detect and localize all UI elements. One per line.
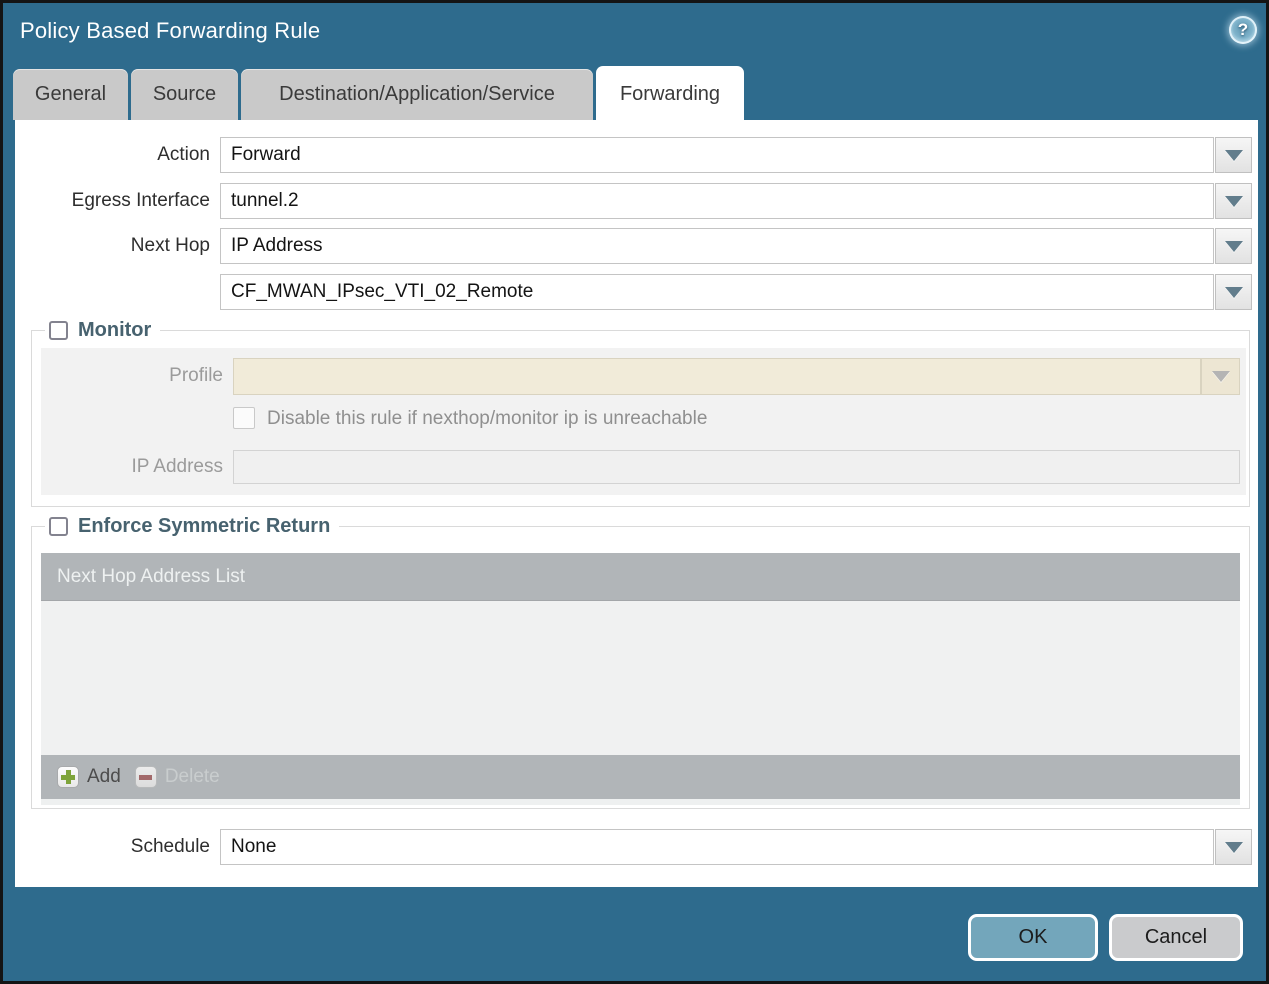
next-hop-address-list-body xyxy=(41,601,1240,755)
symmetric-return-legend: Enforce Symmetric Return xyxy=(45,515,340,538)
chevron-down-icon xyxy=(1224,240,1243,252)
tab-source[interactable]: Source xyxy=(131,69,238,120)
monitor-ip-address-label: IP Address xyxy=(131,456,223,477)
disable-rule-checkbox-label: Disable this rule if nexthop/monitor ip … xyxy=(267,408,708,429)
enforce-symmetric-return-checkbox[interactable] xyxy=(49,517,68,536)
ok-button[interactable]: OK xyxy=(968,914,1098,961)
schedule-label: Schedule xyxy=(130,836,210,857)
next-hop-address-list-header: Next Hop Address List xyxy=(41,553,1240,601)
disable-rule-checkbox xyxy=(233,407,255,429)
add-button-label: Add xyxy=(87,766,121,787)
symmetric-return-legend-label: Enforce Symmetric Return xyxy=(78,515,331,537)
monitor-checkbox[interactable] xyxy=(49,321,68,340)
next-hop-address-table: Next Hop Address List Add Delete xyxy=(41,553,1240,805)
egress-interface-input[interactable] xyxy=(220,183,1214,219)
tab-general[interactable]: General xyxy=(13,69,128,120)
table-bottom-strip xyxy=(41,799,1240,805)
tab-destination-application-service[interactable]: Destination/Application/Service xyxy=(241,69,593,120)
next-hop-type-input[interactable] xyxy=(220,228,1214,264)
chevron-down-icon xyxy=(1224,286,1243,298)
egress-interface-label: Egress Interface xyxy=(71,190,210,211)
schedule-dropdown-button[interactable] xyxy=(1215,829,1252,865)
profile-label: Profile xyxy=(169,365,223,386)
chevron-down-icon xyxy=(1211,371,1230,382)
chevron-down-icon xyxy=(1224,195,1243,207)
dialog-title: Policy Based Forwarding Rule xyxy=(20,18,321,43)
profile-input xyxy=(233,358,1201,395)
monitor-legend-label: Monitor xyxy=(78,319,152,341)
help-icon[interactable]: ? xyxy=(1229,16,1257,44)
action-input[interactable] xyxy=(220,137,1214,173)
next-hop-address-dropdown-button[interactable] xyxy=(1215,274,1252,310)
add-button[interactable]: Add xyxy=(57,766,121,788)
schedule-input[interactable] xyxy=(220,829,1214,865)
tab-bar: General Source Destination/Application/S… xyxy=(13,66,744,122)
chevron-down-icon xyxy=(1224,841,1243,853)
next-hop-address-list-toolbar: Add Delete xyxy=(41,755,1240,799)
monitor-ip-address-input xyxy=(233,450,1240,484)
chevron-down-icon xyxy=(1224,149,1243,161)
monitor-legend: Monitor xyxy=(45,319,161,342)
action-dropdown-button[interactable] xyxy=(1215,137,1252,173)
pbf-rule-dialog: Policy Based Forwarding Rule ? General S… xyxy=(0,0,1269,984)
plus-icon xyxy=(57,766,79,788)
egress-interface-dropdown-button[interactable] xyxy=(1215,183,1252,219)
profile-dropdown-button xyxy=(1201,358,1240,395)
forwarding-tab-panel: Action Egress Interface Next Hop Monitor… xyxy=(15,120,1258,887)
cancel-button[interactable]: Cancel xyxy=(1109,914,1243,961)
delete-button: Delete xyxy=(134,766,220,788)
minus-icon xyxy=(134,766,157,788)
next-hop-label: Next Hop xyxy=(130,235,210,256)
next-hop-address-input[interactable] xyxy=(220,274,1214,310)
action-label: Action xyxy=(157,144,210,165)
delete-button-label: Delete xyxy=(164,766,220,787)
next-hop-dropdown-button[interactable] xyxy=(1215,228,1252,264)
tab-forwarding[interactable]: Forwarding xyxy=(596,66,744,122)
